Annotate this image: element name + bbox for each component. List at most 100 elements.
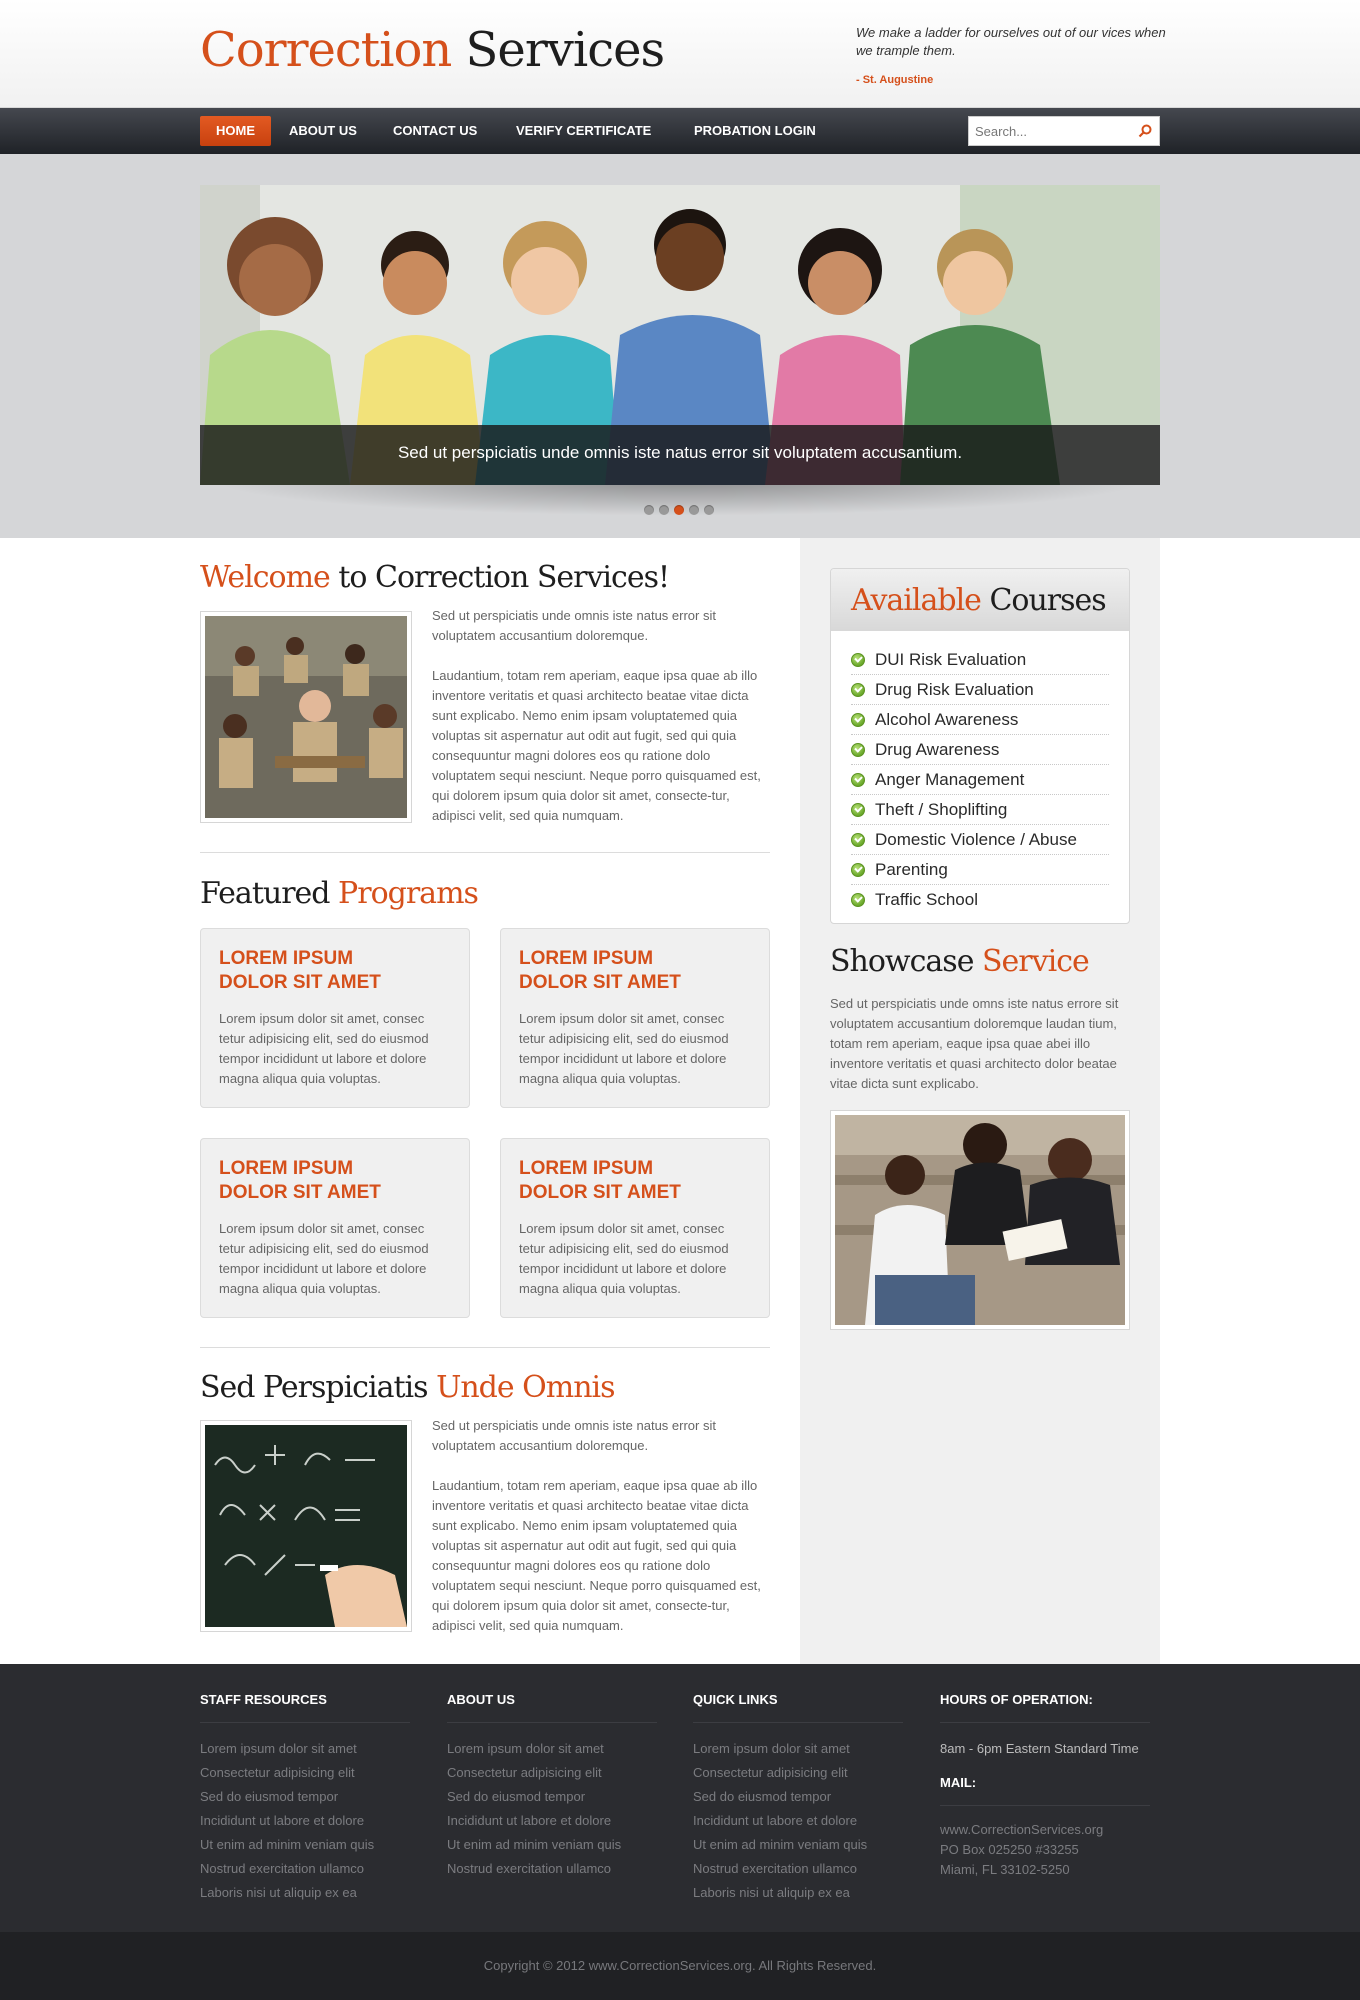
course-list: DUI Risk Evaluation Drug Risk Evaluation…	[831, 631, 1129, 915]
course-item[interactable]: Domestic Violence / Abuse	[851, 825, 1109, 855]
footer-link[interactable]: Consectetur adipisicing elit	[447, 1761, 667, 1785]
program-card-title[interactable]: LOREM IPSUM DOLOR SIT AMET	[519, 947, 751, 995]
footer-link[interactable]: Nostrud exercitation ullamco	[447, 1857, 667, 1881]
course-label[interactable]: Anger Management	[875, 770, 1024, 789]
course-item[interactable]: Alcohol Awareness	[851, 705, 1109, 735]
course-item[interactable]: Drug Risk Evaluation	[851, 675, 1109, 705]
check-bullet-icon	[851, 833, 865, 847]
courses-panel: Available Courses DUI Risk Evaluation Dr…	[830, 568, 1130, 924]
copyright: Copyright © 2012 www.CorrectionServices.…	[0, 1932, 1360, 2000]
classroom-photo	[205, 616, 407, 818]
showcase-photo-frame	[830, 1110, 1130, 1330]
logo-text-orange: Correction	[200, 22, 452, 78]
check-bullet-icon	[851, 863, 865, 877]
program-card-text: Lorem ipsum dolor sit amet, consec tetur…	[219, 1011, 429, 1086]
footer-link[interactable]: Sed do eiusmod tempor	[693, 1785, 913, 1809]
welcome-title-accent: Welcome	[200, 560, 331, 595]
course-label[interactable]: Parenting	[875, 860, 948, 879]
footer-about-us: ABOUT US Lorem ipsum dolor sit amet Cons…	[447, 1692, 667, 1881]
divider	[200, 1347, 770, 1348]
mail-po-box: PO Box 025250 #33255	[940, 1842, 1079, 1857]
hero-slide[interactable]: Sed ut perspiciatis unde omnis iste natu…	[200, 185, 1160, 485]
footer-staff-resources: STAFF RESOURCES Lorem ipsum dolor sit am…	[200, 1692, 420, 1905]
course-label[interactable]: Theft / Shoplifting	[875, 800, 1007, 819]
slider-dot-5[interactable]	[704, 505, 714, 515]
course-label[interactable]: Traffic School	[875, 890, 978, 909]
courses-title: Available Courses	[831, 569, 1129, 631]
footer-link[interactable]: Lorem ipsum dolor sit amet	[447, 1737, 667, 1761]
nav-verify-certificate[interactable]: VERIFY CERTIFICATE	[500, 116, 667, 146]
course-item[interactable]: DUI Risk Evaluation	[851, 645, 1109, 675]
showcase-photo	[835, 1115, 1125, 1325]
welcome-title: Welcome to Correction Services!	[200, 560, 670, 595]
program-card[interactable]: LOREM IPSUM DOLOR SIT AMET Lorem ipsum d…	[200, 928, 470, 1108]
footer-hours: HOURS OF OPERATION: 8am - 6pm Eastern St…	[940, 1692, 1160, 1880]
slider-dot-1[interactable]	[644, 505, 654, 515]
slider-dot-4[interactable]	[689, 505, 699, 515]
program-card[interactable]: LOREM IPSUM DOLOR SIT AMET Lorem ipsum d…	[500, 928, 770, 1108]
footer-link[interactable]: Incididunt ut labore et dolore	[693, 1809, 913, 1833]
nav-home[interactable]: HOME	[200, 116, 271, 146]
search-input[interactable]	[969, 117, 1129, 145]
slider-dot-2[interactable]	[659, 505, 669, 515]
card-title-line1: LOREM IPSUM	[219, 1158, 354, 1179]
program-card-title[interactable]: LOREM IPSUM DOLOR SIT AMET	[219, 1157, 451, 1205]
footer-link[interactable]: Ut enim ad minim veniam quis	[200, 1833, 420, 1857]
footer-heading: STAFF RESOURCES	[200, 1692, 327, 1707]
program-card-title[interactable]: LOREM IPSUM DOLOR SIT AMET	[519, 1157, 751, 1205]
course-label[interactable]: Drug Awareness	[875, 740, 999, 759]
footer-divider	[940, 1722, 1150, 1723]
check-bullet-icon	[851, 683, 865, 697]
nav-about-us[interactable]: ABOUT US	[273, 116, 373, 146]
footer-link[interactable]: Sed do eiusmod tempor	[200, 1785, 420, 1809]
course-label[interactable]: Drug Risk Evaluation	[875, 680, 1034, 699]
footer-link[interactable]: Consectetur adipisicing elit	[200, 1761, 420, 1785]
footer-link[interactable]: Laboris nisi ut aliquip ex ea	[200, 1881, 420, 1905]
header-quote: We make a ladder for ourselves out of ou…	[856, 25, 1166, 58]
program-card-text: Lorem ipsum dolor sit amet, consec tetur…	[219, 1221, 429, 1296]
search-icon[interactable]	[1137, 123, 1153, 139]
course-item[interactable]: Parenting	[851, 855, 1109, 885]
sed-title-accent: Unde Omnis	[436, 1370, 615, 1405]
card-title-line1: LOREM IPSUM	[519, 1158, 654, 1179]
check-bullet-icon	[851, 713, 865, 727]
course-item[interactable]: Traffic School	[851, 885, 1109, 915]
program-card[interactable]: LOREM IPSUM DOLOR SIT AMET Lorem ipsum d…	[500, 1138, 770, 1318]
footer-link[interactable]: Nostrud exercitation ullamco	[693, 1857, 913, 1881]
program-card-text: Lorem ipsum dolor sit amet, consec tetur…	[519, 1221, 729, 1296]
welcome-body: Laudantium, totam rem aperiam, eaque ips…	[432, 668, 761, 823]
footer-link[interactable]: Ut enim ad minim veniam quis	[693, 1833, 913, 1857]
nav-probation-login[interactable]: PROBATION LOGIN	[678, 116, 832, 146]
footer-link[interactable]: Sed do eiusmod tempor	[447, 1785, 667, 1809]
mail-website[interactable]: www.CorrectionServices.org	[940, 1820, 1160, 1840]
welcome-intro: Sed ut perspiciatis unde omnis iste natu…	[432, 608, 716, 643]
divider	[200, 852, 770, 853]
footer-link[interactable]: Nostrud exercitation ullamco	[200, 1857, 420, 1881]
nav-contact-us[interactable]: CONTACT US	[377, 116, 493, 146]
welcome-photo-frame	[200, 611, 412, 823]
course-item[interactable]: Drug Awareness	[851, 735, 1109, 765]
course-item[interactable]: Theft / Shoplifting	[851, 795, 1109, 825]
footer-link[interactable]: Incididunt ut labore et dolore	[447, 1809, 667, 1833]
courses-title-accent: Available	[851, 583, 982, 618]
footer-link[interactable]: Lorem ipsum dolor sit amet	[200, 1737, 420, 1761]
check-bullet-icon	[851, 893, 865, 907]
footer-link[interactable]: Lorem ipsum dolor sit amet	[693, 1737, 913, 1761]
course-label[interactable]: Domestic Violence / Abuse	[875, 830, 1077, 849]
footer-link[interactable]: Laboris nisi ut aliquip ex ea	[693, 1881, 913, 1905]
card-title-line1: LOREM IPSUM	[519, 948, 654, 969]
mail-city: Miami, FL 33102-5250	[940, 1862, 1070, 1877]
course-label[interactable]: DUI Risk Evaluation	[875, 650, 1026, 669]
footer-link[interactable]: Incididunt ut labore et dolore	[200, 1809, 420, 1833]
slide-caption: Sed ut perspiciatis unde omnis iste natu…	[200, 425, 1160, 485]
footer-link[interactable]: Ut enim ad minim veniam quis	[447, 1833, 667, 1857]
slider-dot-3[interactable]	[674, 505, 684, 515]
course-item[interactable]: Anger Management	[851, 765, 1109, 795]
site-logo[interactable]: Correction Services	[200, 22, 665, 78]
course-label[interactable]: Alcohol Awareness	[875, 710, 1018, 729]
program-card[interactable]: LOREM IPSUM DOLOR SIT AMET Lorem ipsum d…	[200, 1138, 470, 1318]
sed-section-title: Sed Perspiciatis Unde Omnis	[200, 1370, 616, 1405]
footer-link[interactable]: Consectetur adipisicing elit	[693, 1761, 913, 1785]
program-card-title[interactable]: LOREM IPSUM DOLOR SIT AMET	[219, 947, 451, 995]
search-box	[968, 116, 1160, 146]
